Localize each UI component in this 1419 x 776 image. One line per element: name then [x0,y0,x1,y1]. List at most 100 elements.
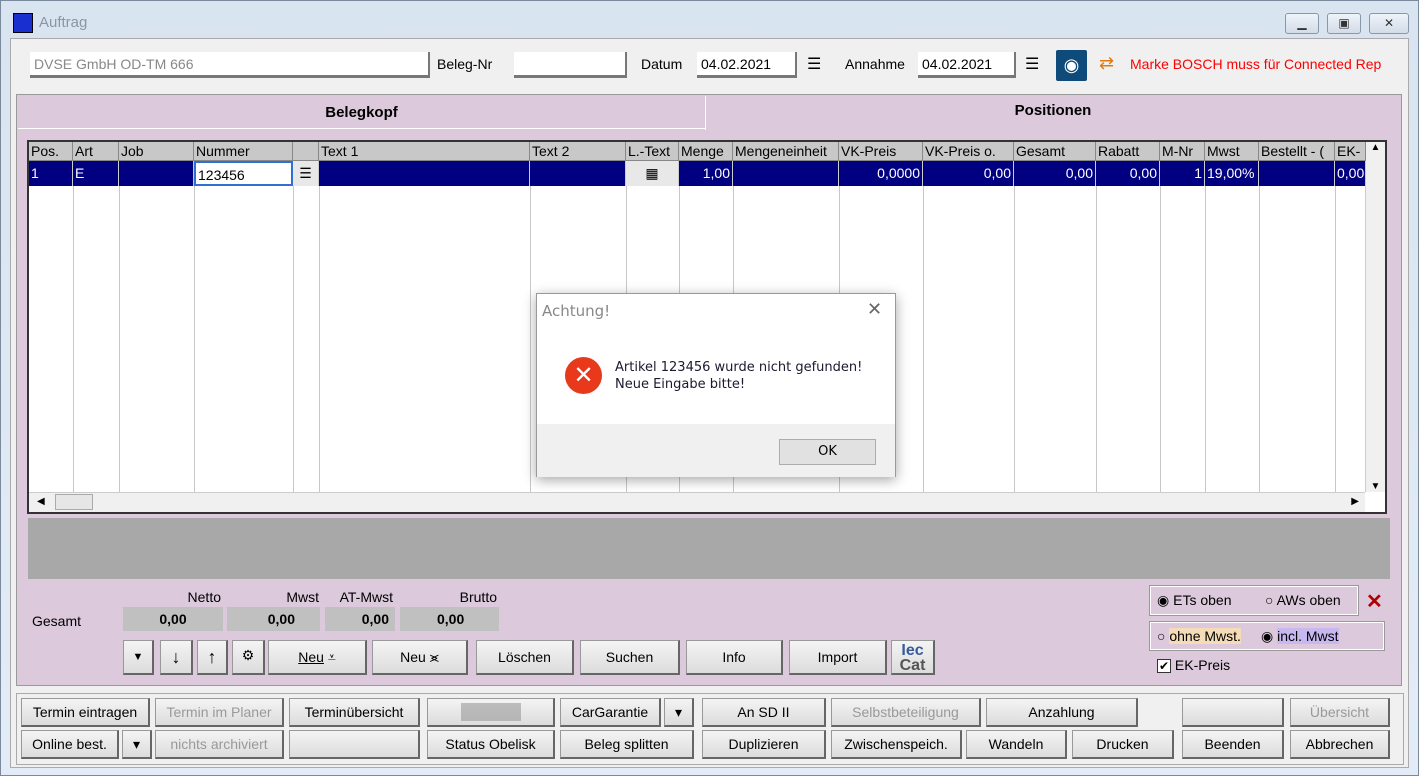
tab-positionen[interactable]: Positionen [705,96,1400,130]
online-best--button[interactable]: Online best. [21,730,119,759]
--button[interactable]: ▾ [664,698,694,727]
nichts-archiviert-button[interactable]: nichts archiviert [155,730,284,759]
scroll-up-icon[interactable]: ▲ [1366,142,1385,153]
blank-button[interactable] [427,698,555,727]
grid-cell[interactable]: 0,0000 [839,161,923,186]
scroll-down-icon[interactable]: ▼ [1366,481,1385,492]
duplizieren-button[interactable]: Duplizieren [702,730,826,759]
close-x-icon[interactable]: ✕ [1366,589,1383,614]
datum-field[interactable]: 04.02.2021 [697,52,797,78]
column-header[interactable]: Menge [679,142,733,161]
move-down-button[interactable]: ↓ [160,640,193,675]
grid-cell[interactable] [319,161,530,186]
beleg-nr-field[interactable] [514,52,627,78]
grid-cell[interactable]: 0,00 [1096,161,1160,186]
drucken-button[interactable]: Drucken [1072,730,1174,759]
status-obelisk-button[interactable]: Status Obelisk [427,730,555,759]
grid-cell[interactable] [1259,161,1335,186]
column-header[interactable]: Text 2 [530,142,626,161]
an-sd-ii-button[interactable]: An SD II [702,698,826,727]
column-header[interactable]: VK-Preis o. [923,142,1014,161]
zwischenspeich--button[interactable]: Zwischenspeich. [831,730,962,759]
grid-cell[interactable]: 1,00 [679,161,733,186]
annahme-field[interactable]: 04.02.2021 [918,52,1016,78]
dialog-close-button[interactable]: ✕ [867,299,882,320]
column-header[interactable]: Art [73,142,119,161]
info-button[interactable]: Info [686,640,783,675]
column-header[interactable]: Mengeneinheit [733,142,839,161]
lookup-button[interactable]: ☰ [293,161,319,186]
beenden-button[interactable]: Beenden [1182,730,1284,759]
neu-between-button[interactable]: Neu ⪤ [372,640,468,675]
column-header[interactable]: Job [119,142,194,161]
column-header[interactable]: L.-Text [626,142,679,161]
grid-cell[interactable]: 1 [29,161,73,186]
import-button[interactable]: Import [789,640,887,675]
übersicht-button[interactable]: Übersicht [1290,698,1390,727]
beleg-splitten-button[interactable]: Beleg splitten [560,730,694,759]
loeschen-button[interactable]: Löschen [476,640,574,675]
sync-arrows-icon[interactable]: ⇄ [1099,53,1114,74]
column-header[interactable]: Nummer [194,142,293,161]
ek-preis-checkbox[interactable]: ✔ EK-Preis [1157,657,1230,673]
mwst-radio-group: ○ ohne Mwst. ◉ incl. Mwst [1149,621,1385,651]
vertical-scrollbar[interactable]: ▲ ▼ [1365,142,1385,492]
column-header[interactable]: Bestellt - ( [1259,142,1335,161]
column-header[interactable]: Gesamt [1014,142,1096,161]
grid-cell[interactable] [530,161,626,186]
column-header[interactable]: Rabatt [1096,142,1160,161]
ieccat-logo-button[interactable]: Iec Cat [891,640,935,675]
terminübersicht-button[interactable]: Terminübersicht [289,698,420,727]
anzahlung-button[interactable]: Anzahlung [986,698,1138,727]
connected-car-icon[interactable]: ◉ [1056,50,1087,81]
termin-eintragen-button[interactable]: Termin eintragen [21,698,150,727]
long-text-button[interactable]: ▦ [626,161,679,186]
wandeln-button[interactable]: Wandeln [966,730,1067,759]
grid-cell[interactable]: 19,00% [1205,161,1259,186]
grid-cell[interactable]: 0,00 [923,161,1014,186]
column-header[interactable]: M-Nr [1160,142,1205,161]
column-header[interactable]: VK-Preis [839,142,923,161]
datum-picker-icon[interactable]: ☰ [807,54,821,74]
scroll-left-icon[interactable]: ◀ [37,496,45,507]
column-header[interactable]: Text 1 [319,142,530,161]
grid-cell[interactable] [119,161,194,186]
grid-cell[interactable]: 1 [1160,161,1205,186]
grid-cell[interactable]: E [73,161,119,186]
move-up-button[interactable]: ↑ [197,640,228,675]
dropdown-button[interactable]: ▼ [123,640,154,675]
grid-cell[interactable]: 123456 [194,161,293,186]
selbstbeteiligung-button[interactable]: Selbstbeteiligung [831,698,981,727]
radio-aws-oben[interactable]: ○ AWs oben [1265,592,1341,608]
minimize-button[interactable]: ▁ [1285,13,1319,34]
column-header[interactable] [293,142,319,161]
scroll-thumb[interactable] [55,494,93,510]
ok-button[interactable]: OK [779,439,876,465]
annahme-picker-icon[interactable]: ☰ [1025,54,1039,74]
termin-im-planer-button[interactable]: Termin im Planer [155,698,284,727]
radio-ohne-mwst[interactable]: ○ ohne Mwst. [1157,628,1241,644]
cargarantie-button[interactable]: CarGarantie [560,698,661,727]
column-divider [1160,186,1161,492]
grid-cell[interactable]: 0,00 [1014,161,1096,186]
grid-cell[interactable]: 0,00 [1335,161,1366,186]
customer-field[interactable]: DVSE GmbH OD-TM 666 [30,52,430,78]
maximize-button[interactable]: ▣ [1327,13,1361,34]
abbrechen-button[interactable]: Abbrechen [1290,730,1390,759]
radio-ets-oben[interactable]: ◉ ETs oben [1157,592,1231,609]
blank-button[interactable] [1182,698,1284,727]
tab-belegkopf[interactable]: Belegkopf [18,96,705,129]
--button[interactable]: ▾ [122,730,152,759]
column-header[interactable]: EK- [1335,142,1366,161]
blank-button[interactable] [289,730,420,759]
grid-cell[interactable] [733,161,839,186]
column-header[interactable]: Pos. [29,142,73,161]
neu-below-button[interactable]: Neu ⩡ [268,640,367,675]
column-header[interactable]: Mwst [1205,142,1259,161]
settings-button[interactable]: ⚙ [232,640,265,675]
suchen-button[interactable]: Suchen [580,640,680,675]
horizontal-scrollbar[interactable]: ◀ ▶ [29,492,1365,512]
radio-incl-mwst[interactable]: ◉ incl. Mwst [1261,628,1339,645]
scroll-right-icon[interactable]: ▶ [1351,496,1359,507]
close-button[interactable]: ✕ [1369,13,1409,34]
